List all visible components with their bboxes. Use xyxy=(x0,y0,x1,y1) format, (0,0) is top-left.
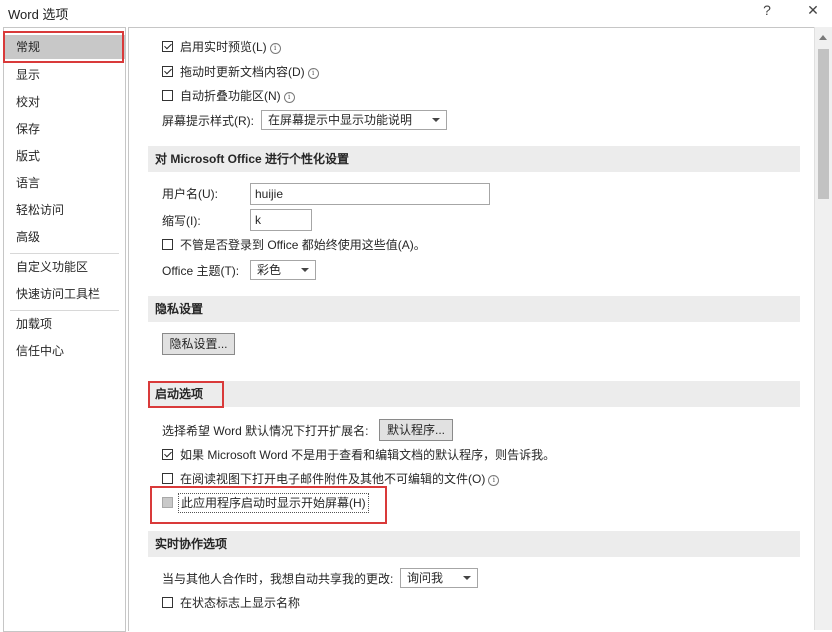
show-names-checkbox[interactable] xyxy=(162,597,173,608)
always-use-label: 不管是否登录到 Office 都始终使用这些值(A)。 xyxy=(180,238,426,252)
chevron-down-icon xyxy=(463,576,471,580)
selected-item-highlight xyxy=(3,31,124,63)
default-extension-label: 选择希望 Word 默认情况下打开扩展名: xyxy=(162,424,369,438)
vertical-scrollbar[interactable] xyxy=(814,27,832,630)
chevron-down-icon xyxy=(301,268,309,272)
section-startup: 启动选项 xyxy=(148,381,800,407)
open-attachments-checkbox[interactable] xyxy=(162,473,173,484)
screentip-label: 屏幕提示样式(R): xyxy=(162,114,254,128)
collapse-ribbon-checkbox[interactable] xyxy=(162,90,173,101)
share-changes-label: 当与其他人合作时，我想自动共享我的更改: xyxy=(162,572,394,586)
sidebar-item-display[interactable]: 显示 xyxy=(4,63,125,87)
sidebar: 常规 显示 校对 保存 版式 语言 轻松访问 高级 自定义功能区 快速访问工具栏… xyxy=(3,27,126,632)
sidebar-item-trust-center[interactable]: 信任中心 xyxy=(4,339,125,363)
initials-input[interactable]: k xyxy=(250,209,312,231)
tell-me-checkbox[interactable] xyxy=(162,449,173,460)
office-theme-select[interactable]: 彩色 xyxy=(250,260,316,280)
initials-label: 缩写(I): xyxy=(162,214,201,228)
section-privacy: 隐私设置 xyxy=(148,296,800,322)
startup-header-highlight xyxy=(148,381,224,408)
start-screen-highlight xyxy=(150,486,387,524)
screentip-style-select[interactable]: 在屏幕提示中显示功能说明 xyxy=(261,110,447,130)
info-icon: i xyxy=(269,43,281,54)
always-use-checkbox[interactable] xyxy=(162,239,173,250)
section-personalize: 对 Microsoft Office 进行个性化设置 xyxy=(148,146,800,172)
sidebar-item-add-ins[interactable]: 加载项 xyxy=(4,312,125,336)
sidebar-item-save[interactable]: 保存 xyxy=(4,117,125,141)
share-changes-select[interactable]: 询问我 xyxy=(400,568,478,588)
scroll-up-icon[interactable] xyxy=(819,35,827,40)
sidebar-divider xyxy=(10,253,119,254)
share-changes-value: 询问我 xyxy=(407,571,444,585)
window-title: Word 选项 xyxy=(8,7,69,22)
show-names-label: 在状态标志上显示名称 xyxy=(180,596,301,610)
chevron-down-icon xyxy=(432,118,440,122)
sidebar-item-language[interactable]: 语言 xyxy=(4,171,125,195)
username-input[interactable]: huijie xyxy=(250,183,490,205)
help-button[interactable]: ? xyxy=(757,2,777,18)
theme-label: Office 主题(T): xyxy=(162,264,240,278)
scrollbar-thumb[interactable] xyxy=(818,49,829,199)
sidebar-item-advanced[interactable]: 高级 xyxy=(4,225,125,249)
info-icon: i xyxy=(307,68,319,79)
tell-me-label: 如果 Microsoft Word 不是用于查看和编辑文档的默认程序，则告诉我。 xyxy=(180,448,556,462)
close-button[interactable]: ✕ xyxy=(803,2,823,19)
update-drag-label: 拖动时更新文档内容(D) xyxy=(180,65,305,79)
sidebar-item-proofing[interactable]: 校对 xyxy=(4,90,125,114)
screentip-style-value: 在屏幕提示中显示功能说明 xyxy=(268,113,413,127)
sidebar-item-quick-access-toolbar[interactable]: 快速访问工具栏 xyxy=(4,282,125,306)
default-programs-button[interactable]: 默认程序... xyxy=(379,419,453,441)
collapse-ribbon-label: 自动折叠功能区(N) xyxy=(180,89,281,103)
update-drag-checkbox[interactable] xyxy=(162,66,173,77)
sidebar-item-accessibility[interactable]: 轻松访问 xyxy=(4,198,125,222)
section-coauthoring: 实时协作选项 xyxy=(148,531,800,557)
open-attachments-label: 在阅读视图下打开电子邮件附件及其他不可编辑的文件(O) xyxy=(180,472,486,486)
sidebar-item-customize-ribbon[interactable]: 自定义功能区 xyxy=(4,255,125,279)
live-preview-checkbox[interactable] xyxy=(162,41,173,52)
username-label: 用户名(U): xyxy=(162,187,218,201)
sidebar-item-layout[interactable]: 版式 xyxy=(4,144,125,168)
privacy-settings-button[interactable]: 隐私设置... xyxy=(162,333,235,355)
info-icon: i xyxy=(488,475,500,486)
office-theme-value: 彩色 xyxy=(257,263,282,277)
sidebar-divider xyxy=(10,310,119,311)
info-icon: i xyxy=(283,92,295,103)
live-preview-label: 启用实时预览(L) xyxy=(180,40,267,54)
